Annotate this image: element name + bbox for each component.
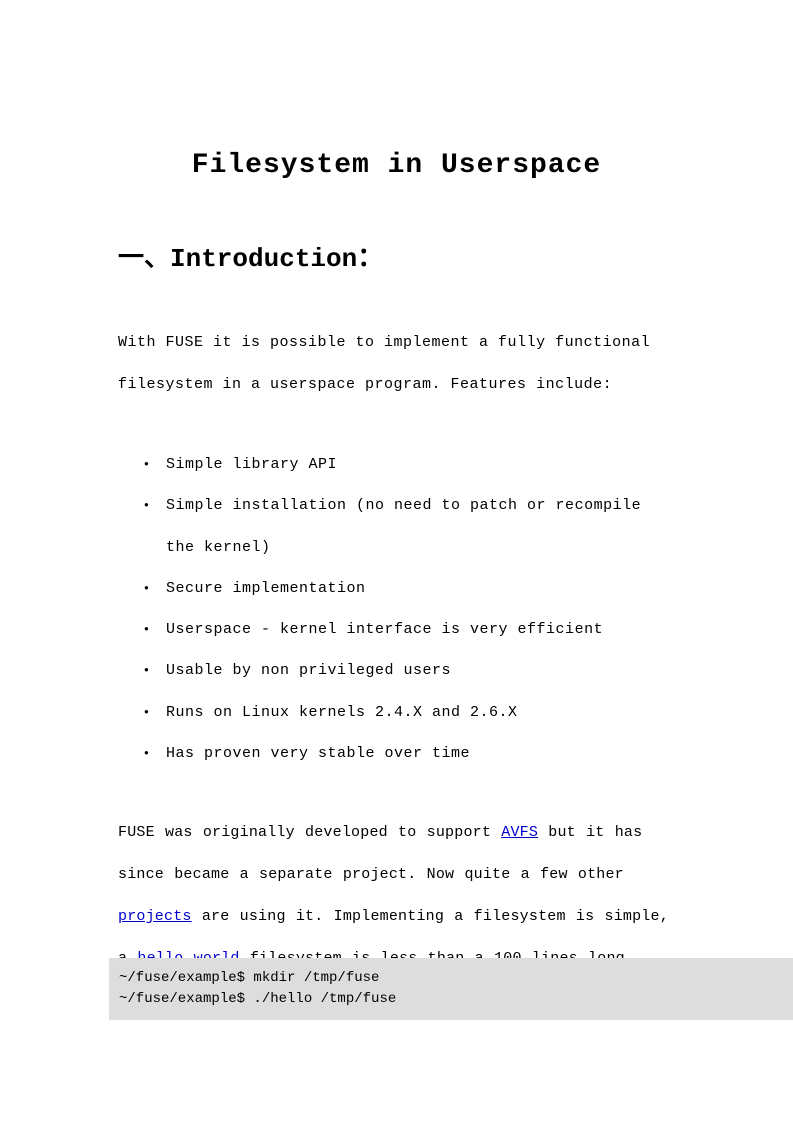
list-item: Usable by non privileged users bbox=[166, 650, 675, 691]
list-item: Simple installation (no need to patch or… bbox=[166, 485, 675, 568]
list-item: Runs on Linux kernels 2.4.X and 2.6.X bbox=[166, 692, 675, 733]
code-line: ~/fuse/example$ mkdir /tmp/fuse bbox=[119, 968, 783, 989]
body-text-segment: FUSE was originally developed to support bbox=[118, 824, 501, 841]
list-item: Secure implementation bbox=[166, 568, 675, 609]
link-avfs[interactable]: AVFS bbox=[501, 824, 538, 841]
list-item: Has proven very stable over time bbox=[166, 733, 675, 774]
code-line: ~/fuse/example$ ./hello /tmp/fuse bbox=[119, 989, 783, 1010]
page-title: Filesystem in Userspace bbox=[118, 150, 675, 181]
list-item: Simple library API bbox=[166, 444, 675, 485]
features-list: Simple library API Simple installation (… bbox=[118, 444, 675, 774]
code-block: ~/fuse/example$ mkdir /tmp/fuse ~/fuse/e… bbox=[109, 958, 793, 1020]
list-item: Userspace - kernel interface is very eff… bbox=[166, 609, 675, 650]
link-projects[interactable]: projects bbox=[118, 908, 192, 925]
intro-paragraph: With FUSE it is possible to implement a … bbox=[118, 322, 675, 406]
section-heading-introduction: 一、Introduction： bbox=[118, 237, 675, 274]
